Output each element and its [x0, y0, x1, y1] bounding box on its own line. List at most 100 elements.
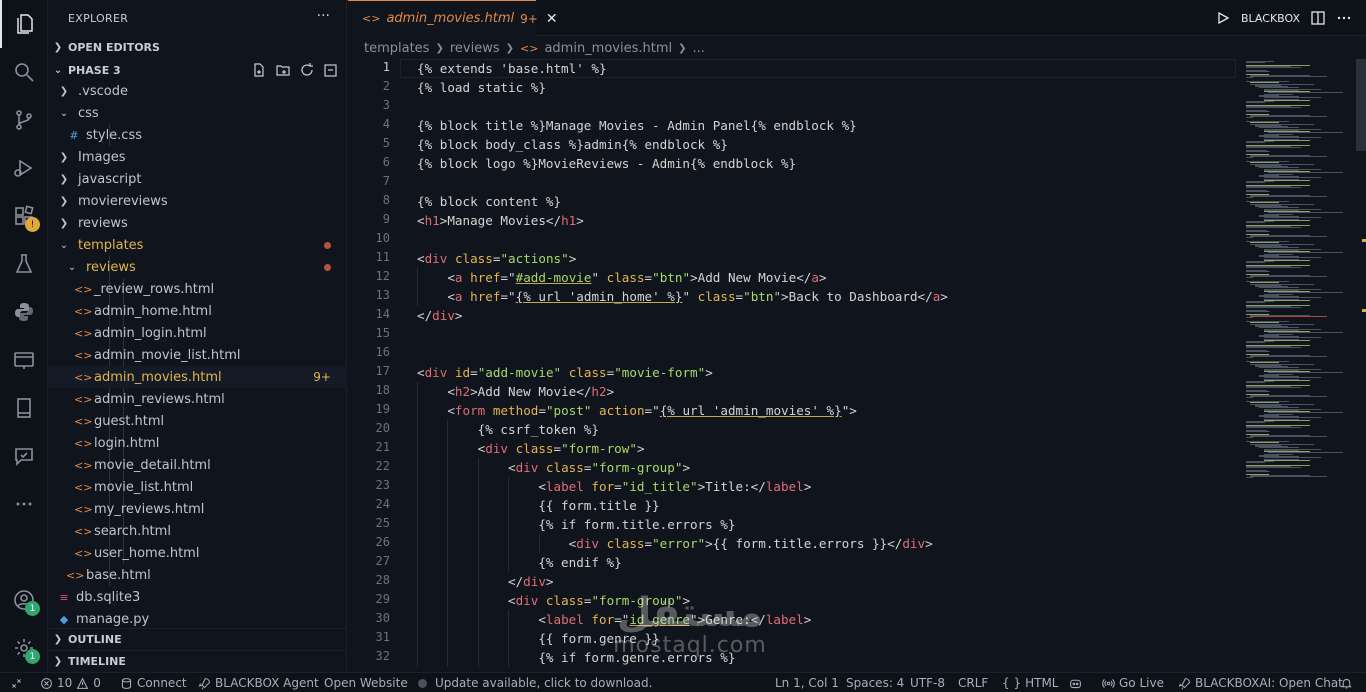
notifications-bell-icon[interactable] [1340, 673, 1353, 692]
code-line[interactable]: <a href="{% url 'admin_home' %}" class="… [417, 287, 948, 306]
encoding-button[interactable]: UTF-8 [910, 673, 945, 692]
source-control-icon[interactable] [0, 96, 48, 144]
tab-admin-movies[interactable]: <> admin_movies.html 9+ ✕ [348, 0, 558, 36]
tree-file-movie-list[interactable]: <> movie_list.html [48, 476, 347, 498]
run-debug-icon[interactable] [0, 144, 48, 192]
code-line[interactable]: <div class="actions"> [417, 249, 576, 268]
split-editor-icon[interactable] [1310, 10, 1326, 26]
code-line[interactable]: </div> [417, 572, 554, 591]
tree-file-style-css[interactable]: # style.css [48, 124, 347, 146]
tree-folder-vscode[interactable]: ❯ .vscode [48, 80, 347, 102]
tree-folder-javascript[interactable]: ❯ javascript [48, 168, 347, 190]
code-line[interactable]: {% extends 'base.html' %} [417, 59, 607, 78]
bookmark-icon[interactable] [0, 384, 48, 432]
outline-section[interactable]: ❯ OUTLINE [48, 628, 347, 650]
tree-file-db-sqlite3[interactable]: ≡ db.sqlite3 [48, 586, 347, 608]
blackboxai-chat-button[interactable]: BLACKBOXAI: Open Chat [1178, 673, 1343, 692]
tree-file-my-reviews[interactable]: <> my_reviews.html [48, 498, 347, 520]
tree-file-guest[interactable]: <> guest.html [48, 410, 347, 432]
run-icon[interactable] [1215, 10, 1231, 26]
code-line[interactable]: <label for="id_title">Title:</label> [417, 477, 811, 496]
testing-icon[interactable] [0, 240, 48, 288]
accounts-icon[interactable]: 1 [0, 576, 48, 624]
project-section[interactable]: ⌄ PHASE 3 [48, 59, 347, 81]
tree-file-login[interactable]: <> login.html [48, 432, 347, 454]
settings-gear-icon[interactable]: 1 [0, 624, 48, 672]
code-line[interactable]: <div class="form-row"> [417, 439, 645, 458]
cursor-position[interactable]: Ln 1, Col 1 [775, 673, 839, 692]
tree-folder-css[interactable]: ⌄ css [48, 102, 347, 124]
breadcrumb-file[interactable]: admin_movies.html [544, 41, 672, 56]
tree-file-admin-home[interactable]: <> admin_home.html [48, 300, 347, 322]
copilot-icon[interactable] [1069, 673, 1082, 692]
scrollbar-warning-mark [1362, 309, 1366, 312]
open-website-button[interactable]: Open Website [324, 673, 408, 692]
tree-folder-moviereviews[interactable]: ❯ moviereviews [48, 190, 347, 212]
tree-folder-images[interactable]: ❯ Images [48, 146, 347, 168]
code-line[interactable]: {{ form.title }} [417, 496, 659, 515]
code-line[interactable]: {% block title %}Manage Movies - Admin P… [417, 116, 857, 135]
blackbox-button[interactable]: BLACKBOX [1241, 12, 1300, 25]
tree-folder-templates-reviews[interactable]: ⌄ reviews [48, 256, 347, 278]
refresh-icon[interactable] [299, 62, 315, 78]
code-line[interactable]: {% block content %} [417, 192, 561, 211]
code-line[interactable]: {% block body_class %}admin{% endblock %… [417, 135, 728, 154]
tree-folder-templates[interactable]: ⌄ templates [48, 234, 347, 256]
code-line[interactable]: {% block logo %}MovieReviews - Admin{% e… [417, 154, 796, 173]
code-line[interactable]: <a href="#add-movie" class="btn">Add New… [417, 268, 826, 287]
minimap-line [1246, 437, 1253, 439]
remote-icon[interactable] [10, 673, 23, 692]
search-icon[interactable] [0, 48, 48, 96]
breadcrumb-reviews[interactable]: reviews [450, 41, 500, 56]
code-line[interactable]: <form method="post" action="{% url 'admi… [417, 401, 857, 420]
code-line[interactable]: <div id="add-movie" class="movie-form"> [417, 363, 713, 382]
explorer-icon[interactable] [0, 0, 48, 48]
vertical-scrollbar[interactable] [1356, 59, 1366, 672]
connect-button[interactable]: Connect [120, 673, 187, 692]
eol-button[interactable]: CRLF [958, 673, 988, 692]
tree-file-user-home[interactable]: <> user_home.html [48, 542, 347, 564]
explorer-more-button[interactable]: ··· [317, 8, 330, 24]
language-mode-button[interactable]: { } HTML [1002, 673, 1059, 692]
code-line[interactable]: </div> [417, 306, 463, 325]
extensions-icon[interactable]: ! [0, 192, 48, 240]
code-line[interactable]: <div class="error">{{ form.title.errors … [417, 534, 933, 553]
breadcrumb-templates[interactable]: templates [364, 41, 429, 56]
go-live-button[interactable]: Go Live [1102, 673, 1164, 692]
tree-file-admin-reviews[interactable]: <> admin_reviews.html [48, 388, 347, 410]
minimap[interactable] [1238, 59, 1356, 672]
new-folder-icon[interactable] [275, 62, 291, 78]
remote-explorer-icon[interactable] [0, 336, 48, 384]
code-line[interactable]: <div class="form-group"> [417, 458, 690, 477]
code-line[interactable]: {% csrf_token %} [417, 420, 599, 439]
tree-file-admin-movie-list[interactable]: <> admin_movie_list.html [48, 344, 347, 366]
tree-file-review-rows[interactable]: <> _review_rows.html [48, 278, 347, 300]
chat-icon[interactable] [0, 432, 48, 480]
tree-file-admin-movies[interactable]: <> admin_movies.html 9+ [48, 366, 347, 388]
code-line[interactable]: {% if form.title.errors %} [417, 515, 735, 534]
scrollbar-thumb[interactable] [1356, 59, 1366, 151]
tree-file-movie-detail[interactable]: <> movie_detail.html [48, 454, 347, 476]
code-line[interactable]: <h1>Manage Movies</h1> [417, 211, 584, 230]
timeline-section[interactable]: ❯ TIMELINE [48, 650, 347, 672]
code-editor[interactable]: 1 2 3 4 5 6 7 8 9 10 11 12 13 14 15 16 17 18 19 20 21 22 23 24 2… [348, 59, 1366, 672]
blackbox-agent-button[interactable]: BLACKBOX Agent [198, 673, 319, 692]
tree-file-base[interactable]: <> base.html [48, 564, 347, 586]
new-file-icon[interactable] [251, 62, 267, 78]
more-icon[interactable] [0, 480, 48, 528]
tree-folder-reviews[interactable]: ❯ reviews [48, 212, 347, 234]
open-editors-section[interactable]: ❯ OPEN EDITORS [48, 36, 347, 58]
update-notice[interactable]: Update available, click to download. [418, 673, 652, 692]
python-icon[interactable] [0, 288, 48, 336]
tree-file-admin-login[interactable]: <> admin_login.html [48, 322, 347, 344]
problems-indicator[interactable]: 10 0 [40, 673, 101, 692]
collapse-all-icon[interactable] [323, 62, 339, 78]
code-line[interactable]: {% load static %} [417, 78, 546, 97]
code-line[interactable]: <h2>Add New Movie</h2> [417, 382, 614, 401]
indentation-button[interactable]: Spaces: 4 [846, 673, 904, 692]
more-actions-icon[interactable] [1336, 10, 1352, 26]
close-icon[interactable]: ✕ [546, 11, 558, 27]
breadcrumb-more[interactable]: ... [693, 41, 705, 56]
tree-file-manage-py[interactable]: ◆ manage.py [48, 608, 347, 630]
tree-file-search[interactable]: <> search.html [48, 520, 347, 542]
